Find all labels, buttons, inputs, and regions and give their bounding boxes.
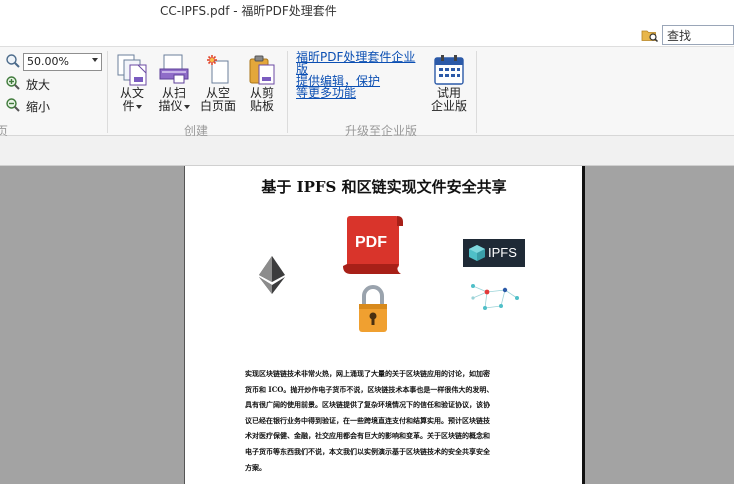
ribbon-separator <box>476 51 477 133</box>
doc-body-line: 具有很广阔的使用前景。区块链提供了复杂环境情况下的信任和验证协议，该协 <box>245 400 490 410</box>
from-blank-page-button[interactable]: 从空 白页面 <box>196 51 240 121</box>
ribbon-separator <box>287 51 288 133</box>
trial-label-2: 企业版 <box>430 99 467 113</box>
zoom-value: 50.00% <box>27 55 69 68</box>
scanner-icon <box>159 54 189 84</box>
window-title: CC-IPFS.pdf - 福昕PDF处理套件 <box>160 4 337 18</box>
doc-body-line: 货币和 ICO。抛开炒作电子货币不说，区块链技术本事也是一样很伟大的发明、 <box>245 384 494 394</box>
ribbon-separator <box>107 51 108 133</box>
zoom-in-icon[interactable] <box>5 75 21 91</box>
zoom-in-button[interactable]: 放大 <box>26 76 50 93</box>
padlock-icon <box>359 285 387 332</box>
doc-body-line: 实现区块链链技术非常火热，网上涌现了大量的关于区块链应用的讨论，如加密 <box>245 369 490 378</box>
ipfs-logo: IPFS <box>463 239 525 267</box>
calendar-icon <box>434 55 464 85</box>
trial-enterprise-button[interactable]: 试用 企业版 <box>427 51 471 121</box>
folder-search-icon[interactable] <box>641 27 659 43</box>
ribbon: 50.00% 放大 缩小 页 从文 件 从扫 描仪 从空 白页面 从剪 贴板 创… <box>0 46 734 138</box>
sub-toolbar <box>0 136 734 166</box>
search-row: 查找 <box>0 22 734 46</box>
zoom-magnifier-icon[interactable] <box>5 53 21 69</box>
page-shadow <box>582 166 585 484</box>
doc-title: 基于 IPFS 和区链实现文件安全共享 <box>261 178 507 196</box>
document-viewport[interactable]: 基于 IPFS 和区链实现文件安全共享 PDF IPFS 实现区块链链技术非常火… <box>0 166 734 484</box>
chevron-down-icon[interactable] <box>183 104 190 109</box>
zoom-out-icon[interactable] <box>5 97 21 113</box>
from-clipboard-label-2: 贴板 <box>249 99 274 113</box>
zoom-out-button[interactable]: 缩小 <box>26 98 50 115</box>
search-input[interactable]: 查找 <box>662 25 734 45</box>
from-blank-page-label-2: 白页面 <box>199 99 236 113</box>
ipfs-cube-icon <box>469 245 485 261</box>
upgrade-link-line-3: 等更多功能 <box>296 86 357 100</box>
upgrade-link[interactable]: 福昕PDF处理套件企业版 提供编辑，保护 等更多功能 <box>296 51 426 99</box>
doc-body-line: 议已经在银行业务中得到验证，在一些跨境直连支付和结算实用。预计区块链技 <box>245 415 490 425</box>
from-clipboard-button[interactable]: 从剪 贴板 <box>240 51 284 121</box>
clipboard-icon <box>249 55 275 85</box>
pdf-badge-text: PDF <box>355 234 387 251</box>
from-file-icon <box>117 54 147 86</box>
from-file-label-2: 件 <box>122 99 135 113</box>
doc-body-line: 电子货币等东西我们不说，本文我们以实例演示基于区块链技术的安全共享安全 <box>245 446 490 456</box>
network-nodes-icon <box>471 284 519 310</box>
doc-body-line: 术对医疗保健、金融，社交应用都会有巨大的影响和变革。关于区块链的概念和 <box>245 431 490 441</box>
ethereum-icon <box>259 256 285 294</box>
chevron-down-icon[interactable] <box>135 104 142 109</box>
upgrade-link-line-1: 福昕PDF处理套件企业版 <box>296 50 416 76</box>
doc-body: 实现区块链链技术非常火热，网上涌现了大量的关于区块链应用的讨论，如加密 货币和 … <box>245 366 525 475</box>
from-scanner-label-2: 描仪 <box>158 99 183 113</box>
from-file-button[interactable]: 从文 件 <box>110 51 154 121</box>
zoom-select[interactable]: 50.00% <box>23 53 102 71</box>
from-scanner-button[interactable]: 从扫 描仪 <box>152 51 196 121</box>
doc-body-line: 方案。 <box>245 462 266 472</box>
ipfs-logo-text: IPFS <box>488 245 517 260</box>
chevron-down-icon[interactable] <box>92 58 98 62</box>
blank-page-icon <box>207 55 229 84</box>
pdf-page: 基于 IPFS 和区链实现文件安全共享 PDF IPFS 实现区块链链技术非常火… <box>184 166 582 484</box>
title-bar: CC-IPFS.pdf - 福昕PDF处理套件 <box>0 0 734 22</box>
